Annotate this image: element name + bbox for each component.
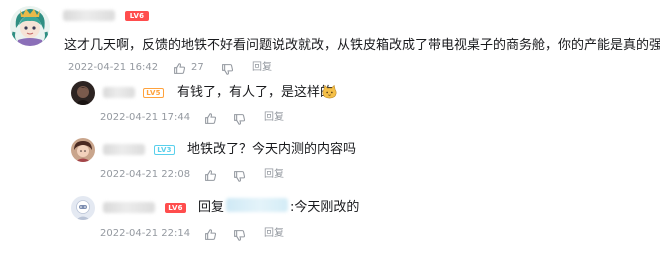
- reply-button[interactable]: 回复: [264, 228, 284, 240]
- reply-text: :今天刚改的: [290, 200, 360, 215]
- reply-button[interactable]: 回复: [264, 112, 284, 124]
- username-redacted[interactable]: [103, 144, 145, 155]
- username-redacted[interactable]: [63, 10, 115, 21]
- reply-button[interactable]: 回复: [264, 169, 284, 181]
- cat-emoji-icon: [322, 84, 337, 103]
- username-redacted[interactable]: [103, 202, 155, 213]
- level-badge: LV5: [143, 88, 164, 98]
- thumbs-up-icon[interactable]: [204, 110, 217, 129]
- comment-text: 这才几天啊，反馈的地铁不好看问题说改就改，从铁皮箱改成了带电视桌子的商务舱，你的…: [64, 38, 660, 53]
- avatar[interactable]: [10, 6, 50, 46]
- level-badge: LV3: [154, 145, 175, 155]
- reply-prefix: 回复: [198, 200, 225, 215]
- avatar[interactable]: [71, 138, 95, 162]
- comment-time: 2022-04-21 16:42: [68, 62, 159, 73]
- thumbs-up-icon[interactable]: [173, 60, 186, 79]
- thumbs-up-icon[interactable]: [204, 226, 217, 245]
- avatar[interactable]: [71, 196, 95, 220]
- reply-text: 有钱了，有人了，是这样的: [177, 85, 334, 100]
- thumbs-down-icon[interactable]: [233, 111, 246, 130]
- thumbs-down-icon[interactable]: [221, 61, 234, 80]
- reply-button[interactable]: 回复: [252, 62, 272, 74]
- reply-time: 2022-04-21 17:44: [100, 112, 191, 123]
- reply-time: 2022-04-21 22:08: [100, 169, 191, 180]
- username-redacted[interactable]: [103, 87, 135, 98]
- avatar[interactable]: [71, 81, 95, 105]
- mention-link[interactable]: [226, 198, 288, 212]
- thumbs-down-icon[interactable]: [233, 168, 246, 187]
- reply-time: 2022-04-21 22:14: [100, 228, 191, 239]
- thumbs-down-icon[interactable]: [233, 227, 246, 246]
- thumbs-up-icon[interactable]: [204, 167, 217, 186]
- level-badge: LV6: [125, 11, 149, 21]
- reply-text: 地铁改了？今天内测的内容吗: [187, 142, 357, 157]
- like-count: 27: [191, 62, 204, 73]
- level-badge: LV6: [165, 203, 186, 213]
